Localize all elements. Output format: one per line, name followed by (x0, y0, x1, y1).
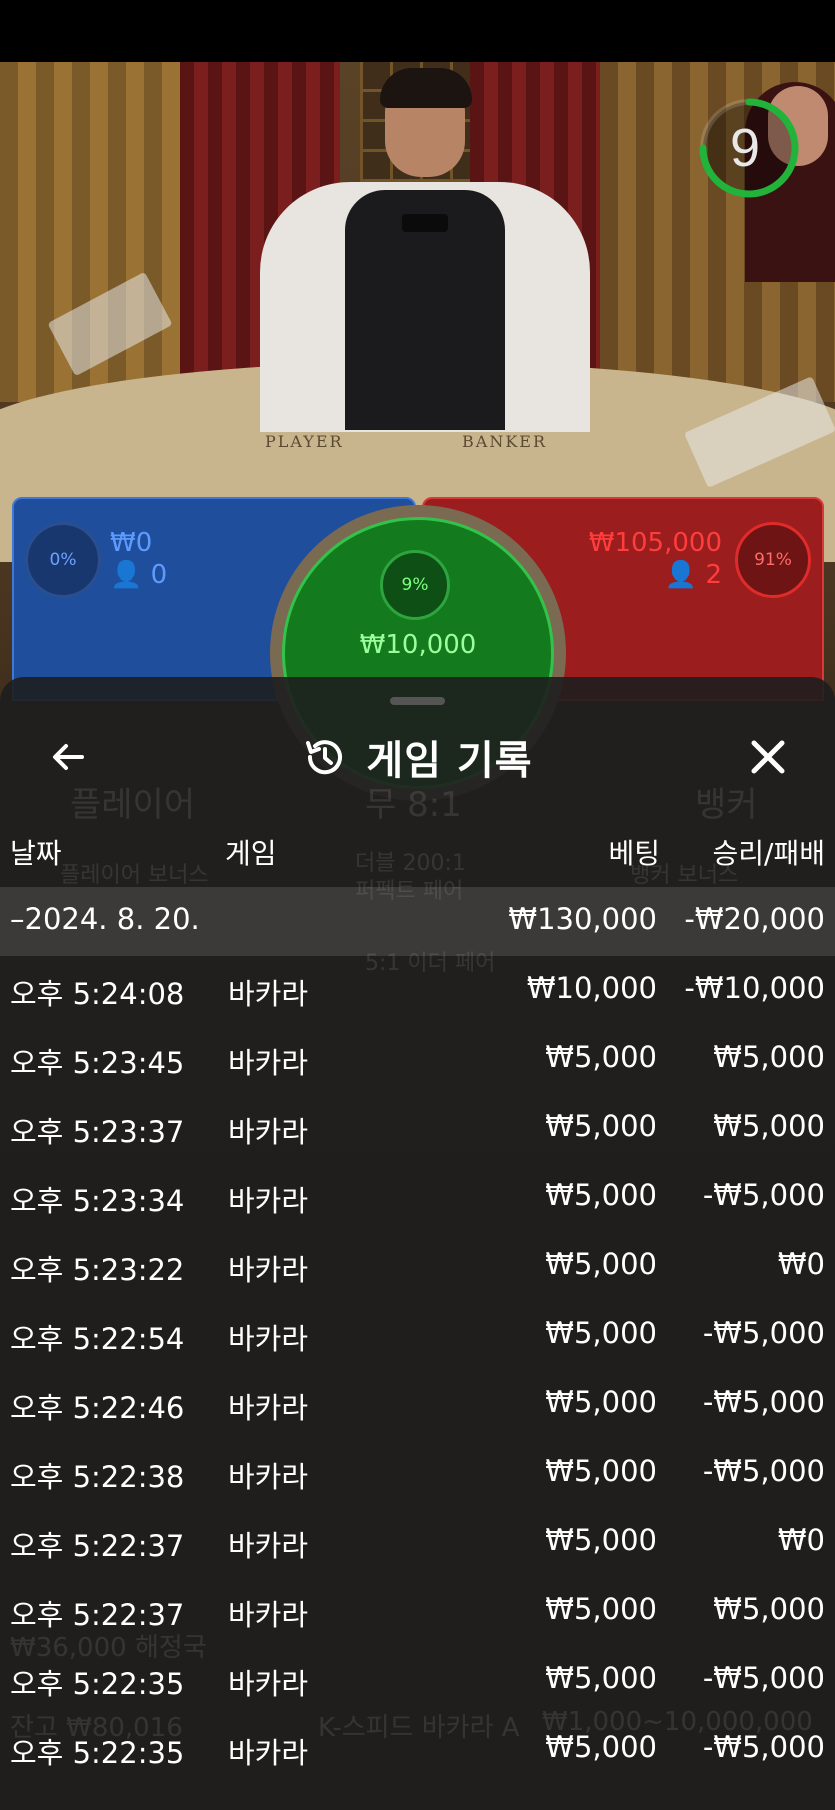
row-game: 바카라 (228, 1736, 309, 1770)
player-count-value: 0 (150, 560, 168, 590)
row-time: 오후 5:22:38 (10, 1460, 185, 1494)
row-game: 바카라 (228, 1667, 309, 1701)
row-game: 바카라 (228, 1046, 309, 1080)
banker-bettor-count: 👤 2 (665, 560, 722, 590)
row-time: 오후 5:22:37 (10, 1529, 185, 1563)
day-bet-total: ₩130,000 (508, 902, 657, 936)
row-win-loss: ₩0 (777, 1247, 825, 1281)
row-bet: ₩5,000 (545, 1247, 657, 1281)
dealer-bowtie (402, 214, 448, 232)
row-win-loss: -₩5,000 (702, 1454, 825, 1488)
row-win-loss: -₩5,000 (702, 1316, 825, 1350)
row-bet: ₩5,000 (545, 1109, 657, 1143)
column-win-loss: 승리/패배 (712, 837, 825, 870)
history-row[interactable]: 오후 5:23:45 바카라 ₩5,000 ₩5,000 (0, 1025, 835, 1094)
row-game: 바카라 (228, 1184, 309, 1218)
row-win-loss: ₩5,000 (713, 1592, 825, 1626)
row-time: 오후 5:23:22 (10, 1253, 185, 1287)
row-win-loss: ₩5,000 (713, 1109, 825, 1143)
row-bet: ₩5,000 (545, 1730, 657, 1764)
history-row[interactable]: 오후 5:22:35 바카라 ₩5,000 -₩5,000 (0, 1715, 835, 1784)
row-game: 바카라 (228, 1391, 309, 1425)
close-button[interactable] (740, 729, 796, 785)
row-win-loss: -₩5,000 (702, 1730, 825, 1764)
person-icon: 👤 (664, 560, 698, 590)
history-row[interactable]: 오후 5:22:54 바카라 ₩5,000 -₩5,000 (0, 1301, 835, 1370)
row-time: 오후 5:22:54 (10, 1322, 185, 1356)
history-row[interactable]: 오후 5:22:46 바카라 ₩5,000 -₩5,000 (0, 1370, 835, 1439)
row-win-loss: -₩5,000 (702, 1661, 825, 1695)
sheet-header: 게임 기록 (0, 727, 835, 787)
history-row[interactable]: 오후 5:23:34 바카라 ₩5,000 -₩5,000 (0, 1163, 835, 1232)
row-time: 오후 5:23:45 (10, 1046, 185, 1080)
day-date: –2024. 8. 20. (10, 902, 200, 936)
history-row[interactable]: 오후 5:23:37 바카라 ₩5,000 ₩5,000 (0, 1094, 835, 1163)
row-time: 오후 5:22:37 (10, 1598, 185, 1632)
row-game: 바카라 (228, 1598, 309, 1632)
row-time: 오후 5:22:35 (10, 1736, 185, 1770)
row-win-loss: ₩5,000 (713, 1040, 825, 1074)
row-bet: ₩5,000 (545, 1523, 657, 1557)
row-game: 바카라 (228, 1115, 309, 1149)
row-game: 바카라 (228, 977, 309, 1011)
history-row[interactable]: 오후 5:24:08 바카라 ₩10,000 -₩10,000 (0, 956, 835, 1025)
history-row[interactable]: 오후 5:22:35 바카라 ₩5,000 -₩5,000 (0, 1646, 835, 1715)
tie-percent: 9% (380, 550, 450, 620)
day-summary-row[interactable]: –2024. 8. 20. ₩130,000 -₩20,000 (0, 887, 835, 956)
table-label-banker: BANKER (462, 432, 547, 451)
row-time: 오후 5:23:34 (10, 1184, 185, 1218)
history-column-header: 날짜 게임 베팅 승리/패배 (0, 832, 835, 876)
column-date: 날짜 (10, 837, 62, 870)
row-bet: ₩5,000 (545, 1592, 657, 1626)
game-history-sheet: 플레이어 무 8:1 뱅커 플레이어 보너스 더블 200:1 퍼펙트 페어 뱅… (0, 677, 835, 1810)
row-time: 오후 5:22:35 (10, 1667, 185, 1701)
history-icon (306, 740, 343, 775)
countdown-timer: 9 (729, 118, 761, 178)
person-icon: 👤 (110, 560, 143, 590)
player-percent: 0% (25, 522, 101, 598)
dealer (230, 68, 610, 432)
row-bet: ₩5,000 (545, 1454, 657, 1488)
row-game: 바카라 (228, 1322, 309, 1356)
column-bet: 베팅 (608, 837, 660, 870)
player-bettor-count: 👤 0 (110, 560, 167, 590)
dealer-hair (380, 68, 472, 108)
row-bet: ₩5,000 (545, 1040, 657, 1074)
banker-percent: 91% (735, 522, 811, 598)
sheet-title: 게임 기록 (366, 738, 533, 784)
row-win-loss: ₩0 (777, 1523, 825, 1557)
row-time: 오후 5:24:08 (10, 977, 185, 1011)
row-win-loss: -₩10,000 (684, 971, 825, 1005)
row-win-loss: -₩5,000 (702, 1178, 825, 1212)
row-game: 바카라 (228, 1253, 309, 1287)
table-label-player: PLAYER (265, 432, 344, 451)
player-bet-amount: ₩0 (110, 528, 153, 558)
day-win-loss-total: -₩20,000 (684, 902, 825, 936)
row-time: 오후 5:23:37 (10, 1115, 185, 1149)
history-row[interactable]: 오후 5:23:22 바카라 ₩5,000 ₩0 (0, 1232, 835, 1301)
sheet-drag-handle[interactable] (390, 697, 445, 705)
banker-count-value: 2 (705, 560, 722, 590)
history-row[interactable]: 오후 5:22:37 바카라 ₩5,000 ₩5,000 (0, 1577, 835, 1646)
row-bet: ₩5,000 (545, 1385, 657, 1419)
row-game: 바카라 (228, 1460, 309, 1494)
column-game: 게임 (225, 837, 277, 870)
row-bet: ₩5,000 (545, 1178, 657, 1212)
history-list: –2024. 8. 20. ₩130,000 -₩20,000 오후 5:24:… (0, 887, 835, 1784)
row-bet: ₩5,000 (545, 1661, 657, 1695)
row-time: 오후 5:22:46 (10, 1391, 185, 1425)
row-win-loss: -₩5,000 (702, 1385, 825, 1419)
row-game: 바카라 (228, 1529, 309, 1563)
history-row[interactable]: 오후 5:22:37 바카라 ₩5,000 ₩0 (0, 1508, 835, 1577)
row-bet: ₩5,000 (545, 1316, 657, 1350)
row-bet: ₩10,000 (526, 971, 657, 1005)
tie-bet-amount: ₩10,000 (359, 630, 477, 660)
banker-bet-amount: ₩105,000 (588, 528, 722, 558)
history-row[interactable]: 오후 5:22:38 바카라 ₩5,000 -₩5,000 (0, 1439, 835, 1508)
close-icon (751, 740, 785, 774)
